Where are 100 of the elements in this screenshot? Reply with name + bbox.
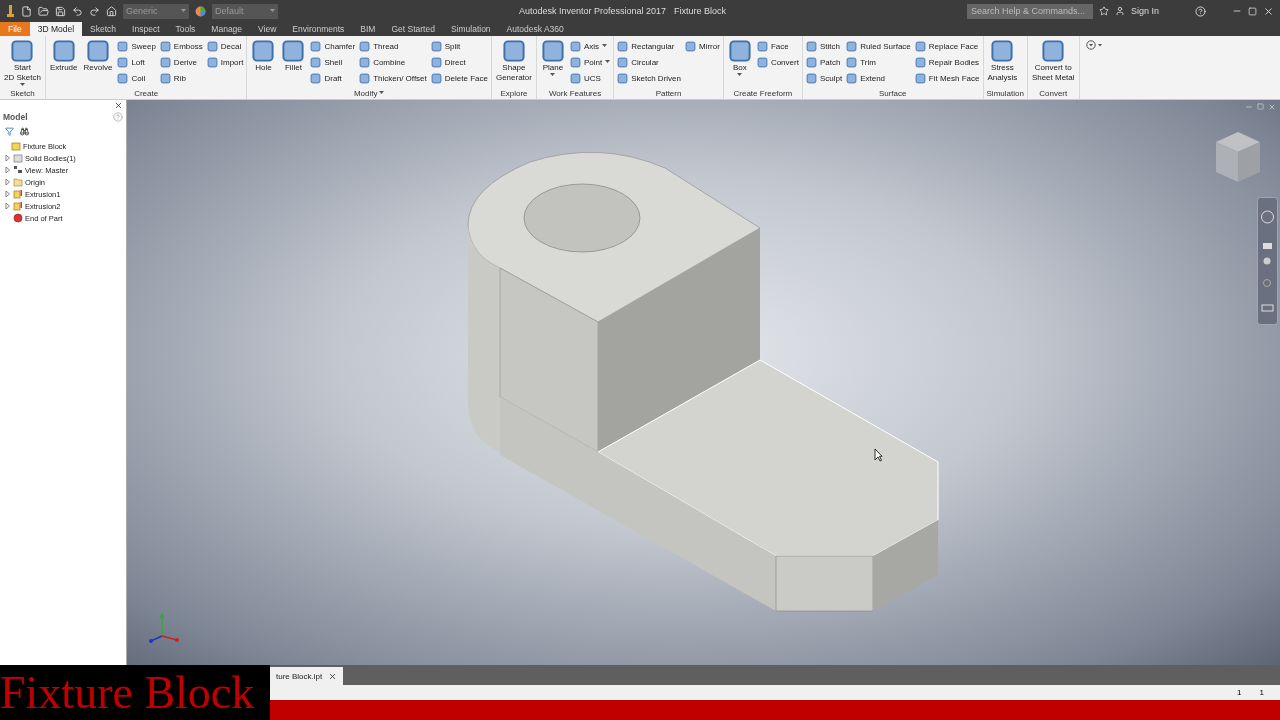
close-icon[interactable]	[328, 671, 338, 681]
ribbon-tool[interactable]: Delete Face	[430, 71, 488, 85]
ribbon-tool[interactable]: Trim	[846, 55, 911, 69]
close-icon[interactable]	[114, 101, 123, 110]
ribbon-tool[interactable]: Plane	[539, 39, 566, 87]
ribbon-tool[interactable]: Circular	[617, 55, 681, 69]
expand-arrow-icon[interactable]	[5, 203, 10, 209]
ribbon-tool[interactable]: Ruled Surface	[846, 39, 911, 53]
search-field[interactable]: Search Help & Commands...	[966, 3, 1093, 19]
ribbon-tool[interactable]: Fillet	[280, 39, 307, 87]
ribbon-tool[interactable]: Stress Analysis	[986, 39, 1019, 87]
panel-label: Convert	[1039, 88, 1068, 98]
ribbon-tool[interactable]: Point	[569, 55, 611, 69]
ribbon-tool[interactable]: Rectangular	[617, 39, 681, 53]
ribbon-tool[interactable]: Hole	[250, 39, 277, 87]
ribbon-tool[interactable]: Convert to Sheet Metal	[1030, 39, 1076, 87]
ribbon-tool[interactable]: Decal	[206, 39, 244, 53]
ribbon-tool[interactable]: Extend	[846, 71, 911, 85]
tool-icon	[430, 72, 442, 84]
ribbon-tool[interactable]: Mirror	[685, 39, 720, 53]
caret-icon	[379, 91, 385, 95]
ribbon-tool[interactable]: Repair Bodies	[914, 55, 980, 69]
tool-icon	[51, 39, 76, 63]
ribbon-tool[interactable]: Axis	[569, 39, 611, 53]
ribbon-tab[interactable]: 3D Model	[29, 22, 83, 36]
ribbon-tool[interactable]: Chamfer	[310, 39, 356, 53]
home-icon[interactable]	[106, 5, 117, 17]
expand-arrow-icon[interactable]	[5, 191, 10, 197]
ribbon-tool[interactable]: Sketch Driven	[617, 71, 681, 85]
customize-dropdown-icon[interactable]	[1085, 40, 1104, 50]
ribbon-tab[interactable]: View	[250, 22, 285, 36]
ribbon-tool[interactable]: Start 2D Sketch	[3, 39, 42, 87]
ribbon-tool[interactable]: Stitch	[805, 39, 843, 53]
redo-icon[interactable]	[89, 5, 100, 17]
expand-arrow-icon[interactable]	[5, 179, 10, 185]
panel-label[interactable]: Modify	[353, 88, 378, 98]
window-title: Autodesk Inventor Professional 2017 Fixture Block	[518, 6, 727, 16]
ribbon-tool[interactable]: Sweep	[117, 39, 156, 53]
caret-icon	[737, 73, 743, 77]
ribbon-tab[interactable]: Environments	[284, 22, 353, 36]
caret-icon	[605, 60, 611, 64]
ribbon-tool[interactable]: Thread	[359, 39, 427, 53]
tool-icon	[617, 40, 629, 52]
undo-icon[interactable]	[72, 5, 83, 17]
ribbon-tool[interactable]: Shape Generator	[494, 39, 533, 87]
ribbon-tool[interactable]: Patch	[805, 55, 843, 69]
save-icon[interactable]	[55, 5, 66, 17]
open-folder-icon[interactable]	[38, 5, 49, 17]
ribbon-tool[interactable]: Coil	[117, 71, 156, 85]
stop-icon	[13, 213, 23, 223]
filter-icon[interactable]	[5, 127, 14, 136]
ribbon-tool[interactable]: Replace Face	[914, 39, 980, 53]
ribbon-tool[interactable]: Fit Mesh Face	[914, 71, 980, 85]
ribbon-tab[interactable]: Autodesk A360	[498, 22, 572, 36]
document-tab[interactable]: ture Block.ipt	[270, 667, 344, 685]
ribbon-tab[interactable]: Tools	[167, 22, 204, 36]
user-icon[interactable]	[1114, 6, 1125, 16]
ribbon-tool[interactable]: Revolve	[82, 39, 114, 87]
ribbon-tab[interactable]: BIM	[352, 22, 384, 36]
ribbon-tool[interactable]: Face	[756, 39, 799, 53]
ribbon-tool[interactable]: Emboss	[159, 39, 203, 53]
ribbon-tool[interactable]: Direct	[430, 55, 488, 69]
find-icon[interactable]	[20, 127, 29, 136]
cursor-icon	[874, 448, 883, 462]
caret-icon	[19, 83, 25, 87]
sign-in-link[interactable]: Sign In	[1130, 6, 1159, 16]
ribbon-tab[interactable]: Sketch	[82, 22, 125, 36]
new-file-icon[interactable]	[21, 5, 32, 17]
ribbon-tool[interactable]: Loft	[117, 55, 156, 69]
ribbon-tool[interactable]: Split	[430, 39, 488, 53]
ribbon-tool[interactable]: Extrude	[48, 39, 79, 87]
ribbon-tab[interactable]: Get Started	[383, 22, 443, 36]
ribbon-tool[interactable]: Import	[206, 55, 244, 69]
star-icon[interactable]	[1098, 6, 1109, 16]
ribbon-tab[interactable]: Inspect	[124, 22, 168, 36]
expand-arrow-icon[interactable]	[5, 167, 10, 173]
caret-icon	[550, 73, 556, 77]
tool-icon	[914, 56, 926, 68]
ribbon-tab[interactable]: Simulation	[442, 22, 499, 36]
ribbon-tool[interactable]: Convert	[756, 55, 799, 69]
browser-title[interactable]: Model	[3, 112, 28, 122]
ribbon-tool[interactable]: Shell	[310, 55, 356, 69]
close-icon[interactable]	[1263, 5, 1274, 17]
status-count: 1	[1237, 688, 1242, 697]
ribbon-tool[interactable]: Derive	[159, 55, 203, 69]
restore-icon[interactable]	[1248, 6, 1257, 16]
ribbon-tool[interactable]: Combine	[359, 55, 427, 69]
tool-icon	[501, 39, 526, 63]
expand-arrow-icon[interactable]	[5, 155, 10, 161]
app-logo-icon[interactable]	[6, 4, 15, 18]
ribbon-tool[interactable]: Rib	[159, 71, 203, 85]
ribbon-tool[interactable]: Sculpt	[805, 71, 843, 85]
ribbon-tool[interactable]: Draft	[310, 71, 356, 85]
tool-icon	[359, 40, 371, 52]
navigation-bar-drawing[interactable]	[1257, 197, 1278, 325]
color-wheel-icon[interactable]	[195, 5, 206, 17]
ribbon-tab[interactable]: Manage	[203, 22, 251, 36]
ribbon-tool[interactable]: Thicken/ Offset	[359, 71, 427, 85]
ribbon-tool[interactable]: UCS	[569, 71, 611, 85]
ribbon-tool[interactable]: Box	[726, 39, 753, 87]
